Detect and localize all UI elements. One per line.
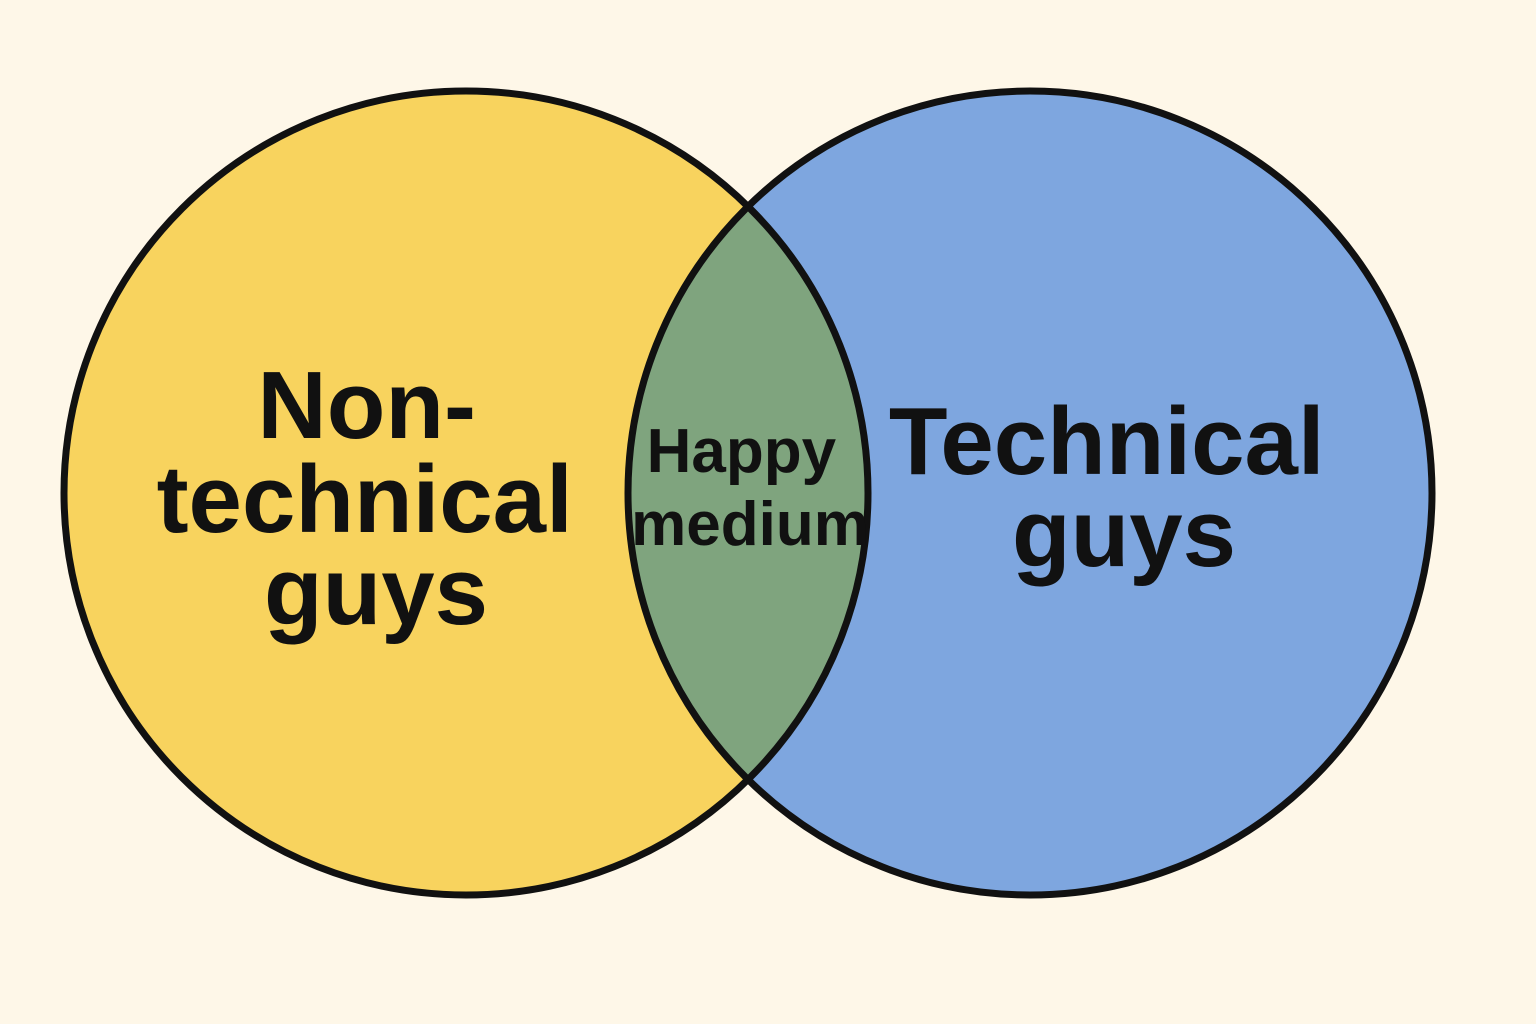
venn-diagram: Non- technical guys Happy medium Technic…	[60, 87, 1436, 899]
non-technical-label-line: Non-	[257, 352, 476, 459]
technical-label-line: Technical	[889, 388, 1325, 495]
venn-diagram-canvas: Non- technical guys Happy medium Technic…	[0, 0, 1536, 1024]
technical-label-line: guys	[1012, 480, 1236, 587]
non-technical-label-line: guys	[264, 538, 488, 645]
happy-medium-label-line: medium	[631, 490, 869, 559]
non-technical-label-line: technical	[157, 446, 573, 553]
happy-medium-label-line: Happy	[647, 417, 837, 486]
